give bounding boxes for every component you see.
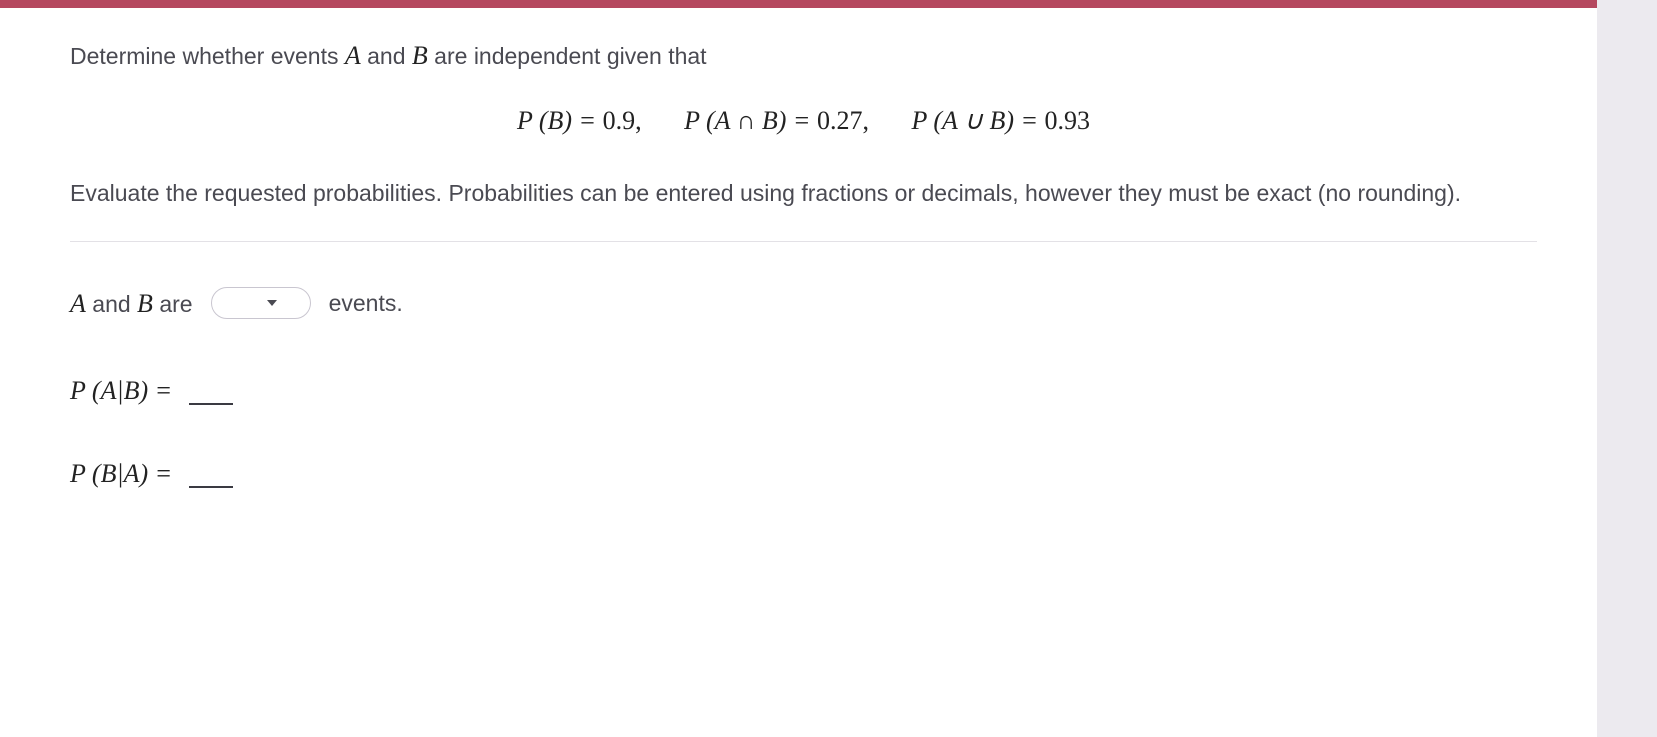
and-word-2: and: [86, 291, 137, 317]
p-b-value: 0.9,: [603, 106, 642, 135]
variable-a-2: A: [70, 289, 86, 318]
p-b-label: P (B) =: [517, 106, 603, 135]
p-a-or-b-value: 0.93: [1045, 106, 1091, 135]
variable-b-2: B: [137, 289, 153, 318]
accent-bar: [0, 0, 1597, 8]
independence-dropdown[interactable]: [211, 287, 311, 319]
question-prompt: Determine whether events A and B are ind…: [70, 36, 1537, 75]
p-a-and-b-value: 0.27,: [817, 106, 869, 135]
chevron-down-icon: [267, 300, 277, 306]
p-a-given-b-label: P (A|B) =: [70, 376, 179, 405]
p-b-given-a-input[interactable]: [189, 480, 233, 488]
variable-b: B: [412, 41, 428, 70]
divider: [70, 241, 1537, 242]
p-a-or-b-label: P (A ∪ B) =: [911, 106, 1044, 135]
independence-sentence: A and B are events.: [70, 284, 1537, 323]
p-a-given-b-input[interactable]: [189, 397, 233, 405]
and-word: and: [361, 43, 412, 69]
p-a-given-b-row: P (A|B) =: [70, 371, 1537, 410]
given-equations: P (B) = 0.9, P (A ∩ B) = 0.27, P (A ∪ B)…: [70, 101, 1537, 140]
prompt-tail: are independent given that: [428, 43, 707, 69]
prompt-intro: Determine whether events: [70, 43, 345, 69]
p-b-given-a-row: P (B|A) =: [70, 454, 1537, 493]
p-b-given-a-label: P (B|A) =: [70, 459, 179, 488]
sentence-pre: are: [153, 291, 193, 317]
p-a-and-b-label: P (A ∩ B) =: [684, 106, 817, 135]
right-sidebar: [1597, 0, 1657, 737]
variable-a: A: [345, 41, 361, 70]
sentence-post: events.: [329, 286, 403, 321]
instructions: Evaluate the requested probabilities. Pr…: [70, 176, 1537, 211]
